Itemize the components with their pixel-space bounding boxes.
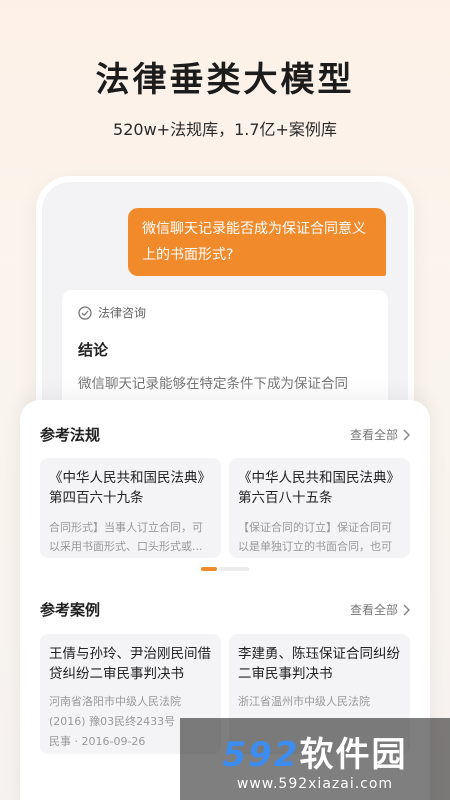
cases-view-all-button[interactable]: 查看全部 bbox=[350, 601, 410, 618]
view-all-label: 查看全部 bbox=[349, 603, 398, 617]
check-circle-icon bbox=[78, 305, 92, 320]
chevron-right-icon bbox=[403, 603, 410, 616]
view-all-label: 查看全部 bbox=[349, 428, 398, 442]
regulation-card-title: 《中华人民共和国民法典》第六百八十五条 bbox=[238, 470, 400, 506]
cases-header: 参考案例 查看全部 bbox=[40, 599, 410, 620]
regulation-card[interactable]: 《中华人民共和国民法典》第六百八十五条 【保证合同的订立】保证合同可以是单独订立… bbox=[229, 458, 410, 558]
regulations-header: 参考法规 查看全部 bbox=[40, 424, 410, 445]
answer-heading: 结论 bbox=[78, 341, 109, 359]
case-card-court: 河南省洛阳市中级人民法院 bbox=[49, 695, 181, 708]
answer-text: 微信聊天记录能够在特定条件下成为保证合同 bbox=[78, 376, 348, 392]
answer-tag: 法律咨询 bbox=[78, 304, 372, 321]
chevron-right-icon bbox=[403, 428, 410, 441]
cases-title: 参考案例 bbox=[40, 601, 101, 619]
user-question-bubble: 微信聊天记录能否成为保证合同意义上的书面形式? bbox=[128, 208, 386, 276]
watermark-url: www.592xiazai.com bbox=[236, 775, 394, 792]
hero-subtitle: 520w+法规库，1.7亿+案例库 bbox=[113, 120, 337, 139]
site-watermark: 592软件园 www.592xiazai.com bbox=[180, 718, 450, 800]
regulation-card-snippet: 合同形式】当事人订立合同，可以采用书面形式、口头形式或... bbox=[49, 521, 203, 553]
regulation-card-snippet: 【保证合同的订立】保证合同可以是单独订立的书面合同，也可 bbox=[238, 521, 392, 553]
regulation-card[interactable]: 《中华人民共和国民法典》第四百六十九条 合同形式】当事人订立合同，可以采用书面形… bbox=[40, 458, 221, 558]
case-card-court: 浙江省温州市中级人民法院 bbox=[238, 695, 370, 708]
carousel-dot-active bbox=[201, 567, 217, 571]
hero-title: 法律垂类大模型 bbox=[95, 60, 355, 100]
case-card-title: 李建勇、陈珏保证合同纠纷二审民事判决书 bbox=[238, 646, 400, 682]
regulations-title: 参考法规 bbox=[40, 426, 101, 444]
regulations-view-all-button[interactable]: 查看全部 bbox=[350, 426, 410, 443]
carousel-dot bbox=[219, 567, 249, 571]
watermark-logo: 592软件园 bbox=[222, 734, 408, 775]
regulation-card-title: 《中华人民共和国民法典》第四百六十九条 bbox=[49, 470, 211, 506]
answer-tag-label: 法律咨询 bbox=[98, 306, 147, 320]
carousel-indicator bbox=[201, 567, 249, 571]
case-card-title: 王倩与孙玲、尹治刚民间借贷纠纷二审民事判决书 bbox=[49, 646, 211, 682]
